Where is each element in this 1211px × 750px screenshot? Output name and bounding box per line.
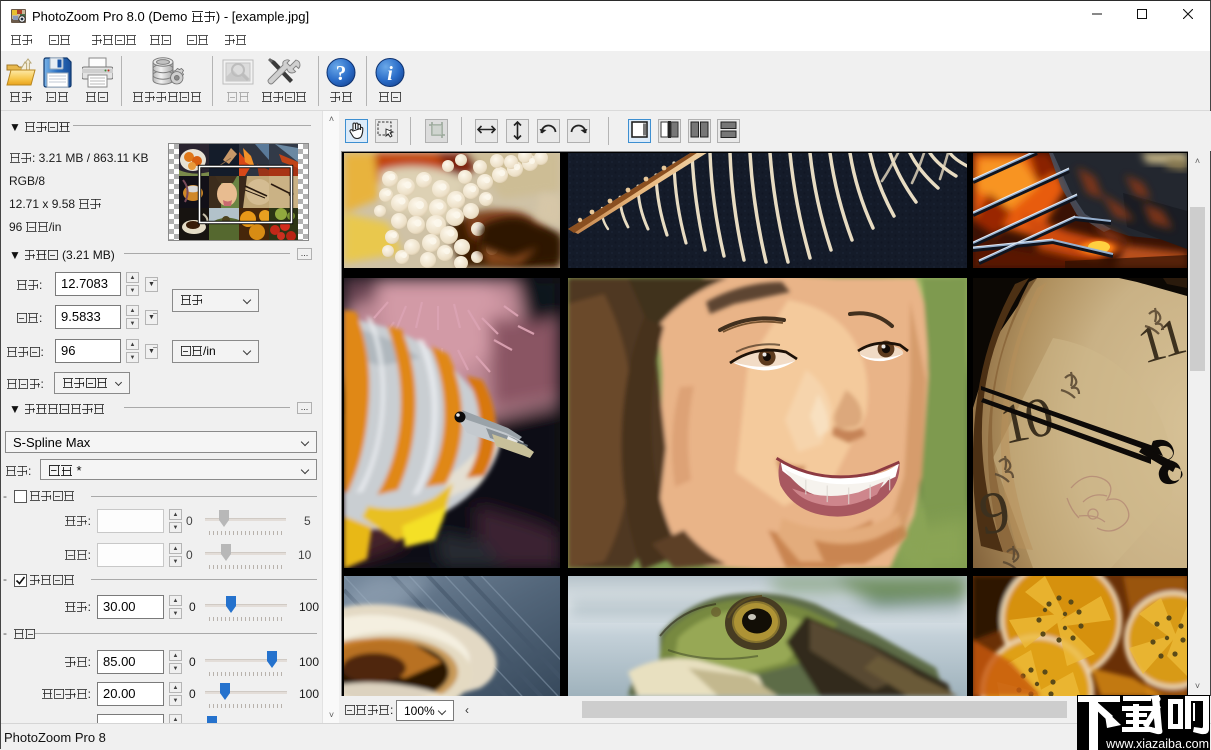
svg-text:?: ? — [336, 61, 347, 85]
svg-text:i: i — [387, 63, 393, 85]
svg-text:www.xiazaiba.com: www.xiazaiba.com — [1105, 737, 1209, 750]
